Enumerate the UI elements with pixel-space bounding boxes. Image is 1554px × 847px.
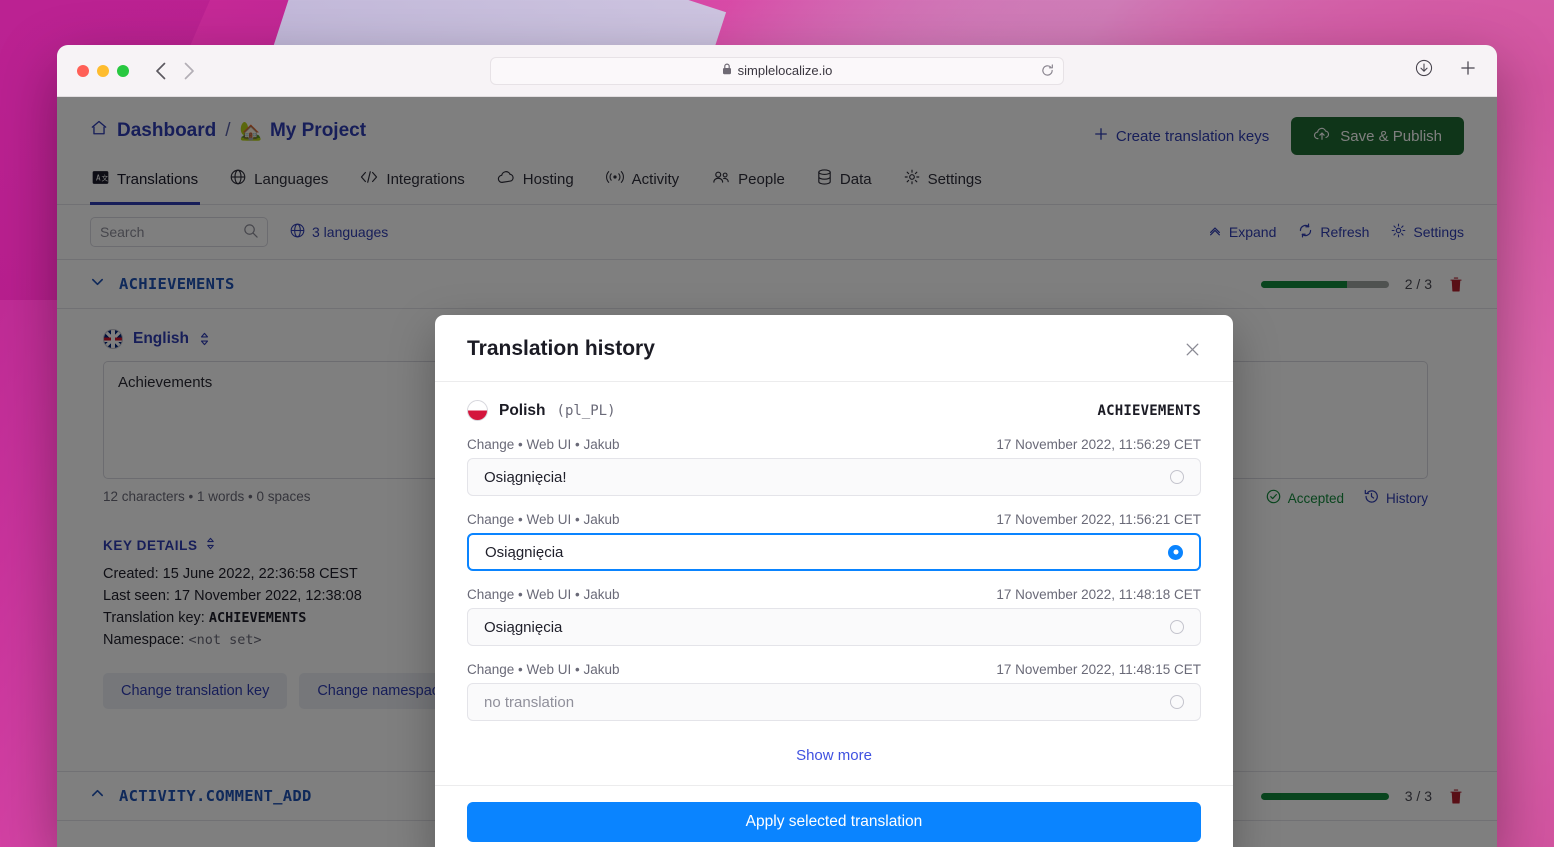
history-radio-2-selected[interactable] bbox=[1168, 544, 1183, 560]
close-icon[interactable] bbox=[1184, 341, 1201, 358]
history-text-1: Osiągnięcia! bbox=[484, 468, 567, 486]
modal-body: Polish (pl_PL) ACHIEVEMENTS Change • Web… bbox=[435, 382, 1233, 785]
history-timestamp-4: 17 November 2022, 11:48:15 CET bbox=[996, 662, 1201, 677]
modal-language-header: Polish (pl_PL) ACHIEVEMENTS bbox=[467, 400, 1201, 421]
download-icon[interactable] bbox=[1415, 59, 1433, 82]
history-radio-3[interactable] bbox=[1170, 620, 1184, 634]
show-more-button[interactable]: Show more bbox=[796, 747, 872, 764]
address-bar[interactable]: simplelocalize.io bbox=[490, 56, 1064, 85]
history-source-1: Change • Web UI • Jakub bbox=[467, 437, 620, 452]
maximize-window-button[interactable] bbox=[117, 64, 129, 77]
apply-selected-translation-button[interactable]: Apply selected translation bbox=[467, 802, 1201, 842]
translation-history-modal: Translation history Polish (pl_PL) ACHIE… bbox=[435, 315, 1233, 847]
show-more-container: Show more bbox=[467, 737, 1201, 785]
url-text: simplelocalize.io bbox=[737, 63, 833, 78]
history-timestamp-2: 17 November 2022, 11:56:21 CET bbox=[996, 512, 1201, 527]
history-option-4[interactable]: no translation bbox=[467, 683, 1201, 721]
browser-window: simplelocalize.io Dashboard bbox=[57, 45, 1497, 847]
history-entry-1: Change • Web UI • Jakub 17 November 2022… bbox=[467, 437, 1201, 496]
history-meta-2: Change • Web UI • Jakub 17 November 2022… bbox=[467, 512, 1201, 527]
history-source-4: Change • Web UI • Jakub bbox=[467, 662, 620, 677]
back-chevron-icon[interactable] bbox=[155, 62, 166, 80]
history-entry-3: Change • Web UI • Jakub 17 November 2022… bbox=[467, 587, 1201, 646]
browser-toolbar: simplelocalize.io bbox=[57, 45, 1497, 97]
modal-footer: Apply selected translation bbox=[435, 785, 1233, 847]
history-source-2: Change • Web UI • Jakub bbox=[467, 512, 620, 527]
lock-icon bbox=[722, 63, 732, 78]
history-text-3: Osiągnięcia bbox=[484, 618, 563, 636]
history-meta-3: Change • Web UI • Jakub 17 November 2022… bbox=[467, 587, 1201, 602]
poland-flag-icon bbox=[467, 400, 488, 421]
app-page: Dashboard / 🏡 My Project Create translat… bbox=[57, 97, 1497, 847]
history-text-2: Osiągnięcia bbox=[485, 543, 564, 561]
plus-icon[interactable] bbox=[1459, 59, 1477, 82]
history-timestamp-3: 17 November 2022, 11:48:18 CET bbox=[996, 587, 1201, 602]
history-radio-1[interactable] bbox=[1170, 470, 1184, 484]
modal-title: Translation history bbox=[467, 337, 655, 360]
history-option-1[interactable]: Osiągnięcia! bbox=[467, 458, 1201, 496]
modal-language-name: Polish bbox=[499, 401, 546, 419]
modal-header: Translation history bbox=[435, 315, 1233, 382]
history-source-3: Change • Web UI • Jakub bbox=[467, 587, 620, 602]
history-radio-4[interactable] bbox=[1170, 695, 1184, 709]
history-entry-2: Change • Web UI • Jakub 17 November 2022… bbox=[467, 512, 1201, 571]
history-text-4: no translation bbox=[484, 693, 575, 711]
reload-icon[interactable] bbox=[1041, 64, 1054, 77]
history-entry-4: Change • Web UI • Jakub 17 November 2022… bbox=[467, 662, 1201, 721]
modal-language-code: (pl_PL) bbox=[556, 402, 616, 419]
history-option-2[interactable]: Osiągnięcia bbox=[467, 533, 1201, 571]
forward-chevron-icon[interactable] bbox=[184, 62, 195, 80]
modal-translation-key: ACHIEVEMENTS bbox=[1097, 402, 1201, 419]
history-meta-4: Change • Web UI • Jakub 17 November 2022… bbox=[467, 662, 1201, 677]
history-meta-1: Change • Web UI • Jakub 17 November 2022… bbox=[467, 437, 1201, 452]
minimize-window-button[interactable] bbox=[97, 64, 109, 77]
history-option-3[interactable]: Osiągnięcia bbox=[467, 608, 1201, 646]
close-window-button[interactable] bbox=[77, 64, 89, 77]
history-timestamp-1: 17 November 2022, 11:56:29 CET bbox=[996, 437, 1201, 452]
window-traffic-lights[interactable] bbox=[77, 64, 129, 77]
